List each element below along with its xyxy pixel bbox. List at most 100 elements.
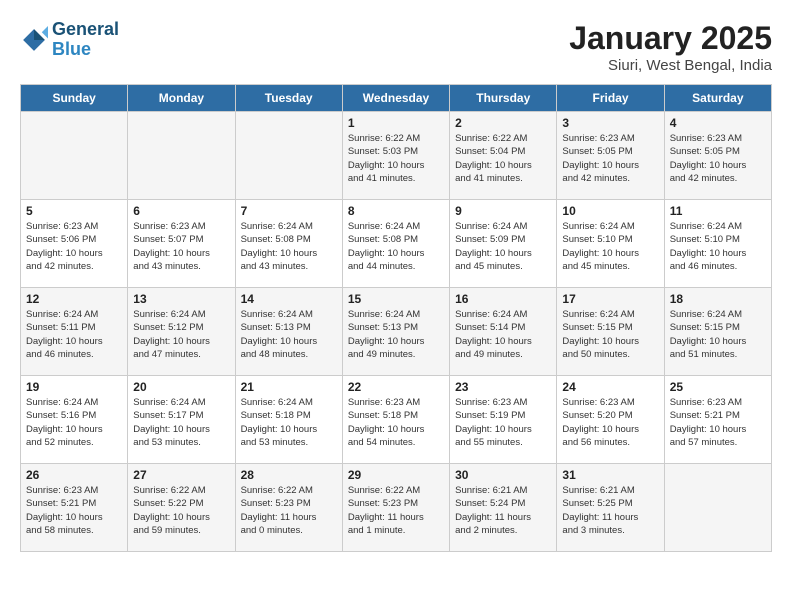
- day-info: Sunrise: 6:24 AM Sunset: 5:09 PM Dayligh…: [455, 220, 551, 273]
- day-number: 9: [455, 204, 551, 218]
- calendar-cell: 3 Sunrise: 6:23 AM Sunset: 5:05 PM Daylig…: [557, 112, 664, 200]
- calendar-cell: 26 Sunrise: 6:23 AM Sunset: 5:21 PM Dayli…: [21, 464, 128, 552]
- day-number: 30: [455, 468, 551, 482]
- weekday-header-monday: Monday: [128, 85, 235, 112]
- day-number: 19: [26, 380, 122, 394]
- day-info: Sunrise: 6:24 AM Sunset: 5:10 PM Dayligh…: [670, 220, 766, 273]
- day-number: 2: [455, 116, 551, 130]
- day-number: 16: [455, 292, 551, 306]
- day-info: Sunrise: 6:21 AM Sunset: 5:25 PM Dayligh…: [562, 484, 658, 537]
- day-number: 14: [241, 292, 337, 306]
- day-number: 8: [348, 204, 444, 218]
- weekday-header-friday: Friday: [557, 85, 664, 112]
- logo-text: General Blue: [52, 20, 119, 60]
- day-info: Sunrise: 6:24 AM Sunset: 5:18 PM Dayligh…: [241, 396, 337, 449]
- calendar-cell: 1Sunrise: 6:22 AM Sunset: 5:03 PM Daylig…: [342, 112, 449, 200]
- day-number: 24: [562, 380, 658, 394]
- day-number: 17: [562, 292, 658, 306]
- calendar-cell: 18 Sunrise: 6:24 AM Sunset: 5:15 PM Dayli…: [664, 288, 771, 376]
- day-number: 12: [26, 292, 122, 306]
- day-number: 11: [670, 204, 766, 218]
- day-info: Sunrise: 6:23 AM Sunset: 5:05 PM Dayligh…: [670, 132, 766, 185]
- day-number: 3: [562, 116, 658, 130]
- day-number: 6: [133, 204, 229, 218]
- calendar-cell: 7 Sunrise: 6:24 AM Sunset: 5:08 PM Daylig…: [235, 200, 342, 288]
- calendar-cell: 12 Sunrise: 6:24 AM Sunset: 5:11 PM Dayli…: [21, 288, 128, 376]
- calendar-header: SundayMondayTuesdayWednesdayThursdayFrid…: [21, 85, 772, 112]
- calendar-cell: [235, 112, 342, 200]
- day-number: 20: [133, 380, 229, 394]
- day-info: Sunrise: 6:24 AM Sunset: 5:10 PM Dayligh…: [562, 220, 658, 273]
- day-number: 27: [133, 468, 229, 482]
- calendar-cell: 31 Sunrise: 6:21 AM Sunset: 5:25 PM Dayli…: [557, 464, 664, 552]
- day-number: 4: [670, 116, 766, 130]
- calendar-table: SundayMondayTuesdayWednesdayThursdayFrid…: [20, 84, 772, 552]
- day-number: 25: [670, 380, 766, 394]
- calendar-week-4: 19 Sunrise: 6:24 AM Sunset: 5:16 PM Dayli…: [21, 376, 772, 464]
- calendar-cell: 22Sunrise: 6:23 AM Sunset: 5:18 PM Dayli…: [342, 376, 449, 464]
- day-info: Sunrise: 6:23 AM Sunset: 5:20 PM Dayligh…: [562, 396, 658, 449]
- calendar-cell: 16 Sunrise: 6:24 AM Sunset: 5:14 PM Dayli…: [450, 288, 557, 376]
- calendar-cell: 21 Sunrise: 6:24 AM Sunset: 5:18 PM Dayli…: [235, 376, 342, 464]
- calendar-week-3: 12 Sunrise: 6:24 AM Sunset: 5:11 PM Dayli…: [21, 288, 772, 376]
- day-number: 5: [26, 204, 122, 218]
- day-info: Sunrise: 6:22 AM Sunset: 5:04 PM Dayligh…: [455, 132, 551, 185]
- day-info: Sunrise: 6:24 AM Sunset: 5:16 PM Dayligh…: [26, 396, 122, 449]
- day-number: 13: [133, 292, 229, 306]
- day-info: Sunrise: 6:23 AM Sunset: 5:07 PM Dayligh…: [133, 220, 229, 273]
- weekday-header-tuesday: Tuesday: [235, 85, 342, 112]
- weekday-header-row: SundayMondayTuesdayWednesdayThursdayFrid…: [21, 85, 772, 112]
- day-info: Sunrise: 6:24 AM Sunset: 5:08 PM Dayligh…: [348, 220, 444, 273]
- calendar-cell: 28Sunrise: 6:22 AM Sunset: 5:23 PM Dayli…: [235, 464, 342, 552]
- calendar-cell: 20 Sunrise: 6:24 AM Sunset: 5:17 PM Dayli…: [128, 376, 235, 464]
- day-number: 10: [562, 204, 658, 218]
- calendar-cell: [21, 112, 128, 200]
- day-number: 7: [241, 204, 337, 218]
- calendar-cell: 6 Sunrise: 6:23 AM Sunset: 5:07 PM Daylig…: [128, 200, 235, 288]
- day-info: Sunrise: 6:24 AM Sunset: 5:14 PM Dayligh…: [455, 308, 551, 361]
- day-number: 26: [26, 468, 122, 482]
- day-info: Sunrise: 6:24 AM Sunset: 5:11 PM Dayligh…: [26, 308, 122, 361]
- calendar-cell: 10 Sunrise: 6:24 AM Sunset: 5:10 PM Dayli…: [557, 200, 664, 288]
- calendar-cell: 29 Sunrise: 6:22 AM Sunset: 5:23 PM Dayli…: [342, 464, 449, 552]
- calendar-cell: 17Sunrise: 6:24 AM Sunset: 5:15 PM Dayli…: [557, 288, 664, 376]
- calendar-cell: 9 Sunrise: 6:24 AM Sunset: 5:09 PM Daylig…: [450, 200, 557, 288]
- calendar-cell: 13 Sunrise: 6:24 AM Sunset: 5:12 PM Dayli…: [128, 288, 235, 376]
- weekday-header-sunday: Sunday: [21, 85, 128, 112]
- day-info: Sunrise: 6:24 AM Sunset: 5:08 PM Dayligh…: [241, 220, 337, 273]
- day-number: 28: [241, 468, 337, 482]
- day-number: 31: [562, 468, 658, 482]
- calendar-cell: 27Sunrise: 6:22 AM Sunset: 5:22 PM Dayli…: [128, 464, 235, 552]
- day-number: 29: [348, 468, 444, 482]
- day-info: Sunrise: 6:22 AM Sunset: 5:23 PM Dayligh…: [348, 484, 444, 537]
- day-info: Sunrise: 6:24 AM Sunset: 5:17 PM Dayligh…: [133, 396, 229, 449]
- day-info: Sunrise: 6:23 AM Sunset: 5:05 PM Dayligh…: [562, 132, 658, 185]
- page-header: General Blue January 2025 Siuri, West Be…: [20, 20, 772, 74]
- day-info: Sunrise: 6:21 AM Sunset: 5:24 PM Dayligh…: [455, 484, 551, 537]
- calendar-cell: 15Sunrise: 6:24 AM Sunset: 5:13 PM Dayli…: [342, 288, 449, 376]
- day-info: Sunrise: 6:24 AM Sunset: 5:12 PM Dayligh…: [133, 308, 229, 361]
- calendar-cell: 8 Sunrise: 6:24 AM Sunset: 5:08 PM Daylig…: [342, 200, 449, 288]
- day-info: Sunrise: 6:23 AM Sunset: 5:06 PM Dayligh…: [26, 220, 122, 273]
- day-number: 18: [670, 292, 766, 306]
- title-block: January 2025 Siuri, West Bengal, India: [569, 20, 772, 74]
- day-number: 21: [241, 380, 337, 394]
- calendar-cell: 11 Sunrise: 6:24 AM Sunset: 5:10 PM Dayli…: [664, 200, 771, 288]
- location: Siuri, West Bengal, India: [569, 57, 772, 74]
- calendar-cell: 4 Sunrise: 6:23 AM Sunset: 5:05 PM Daylig…: [664, 112, 771, 200]
- day-number: 15: [348, 292, 444, 306]
- day-info: Sunrise: 6:23 AM Sunset: 5:21 PM Dayligh…: [26, 484, 122, 537]
- calendar-body: 1Sunrise: 6:22 AM Sunset: 5:03 PM Daylig…: [21, 112, 772, 552]
- calendar-cell: 24 Sunrise: 6:23 AM Sunset: 5:20 PM Dayli…: [557, 376, 664, 464]
- calendar-cell: 14Sunrise: 6:24 AM Sunset: 5:13 PM Dayli…: [235, 288, 342, 376]
- day-info: Sunrise: 6:24 AM Sunset: 5:15 PM Dayligh…: [670, 308, 766, 361]
- logo: General Blue: [20, 20, 119, 60]
- calendar-cell: 23 Sunrise: 6:23 AM Sunset: 5:19 PM Dayli…: [450, 376, 557, 464]
- day-info: Sunrise: 6:23 AM Sunset: 5:18 PM Dayligh…: [348, 396, 444, 449]
- day-info: Sunrise: 6:23 AM Sunset: 5:19 PM Dayligh…: [455, 396, 551, 449]
- calendar-cell: 2 Sunrise: 6:22 AM Sunset: 5:04 PM Daylig…: [450, 112, 557, 200]
- calendar-cell: 30 Sunrise: 6:21 AM Sunset: 5:24 PM Dayli…: [450, 464, 557, 552]
- weekday-header-saturday: Saturday: [664, 85, 771, 112]
- day-number: 23: [455, 380, 551, 394]
- calendar-cell: 25Sunrise: 6:23 AM Sunset: 5:21 PM Dayli…: [664, 376, 771, 464]
